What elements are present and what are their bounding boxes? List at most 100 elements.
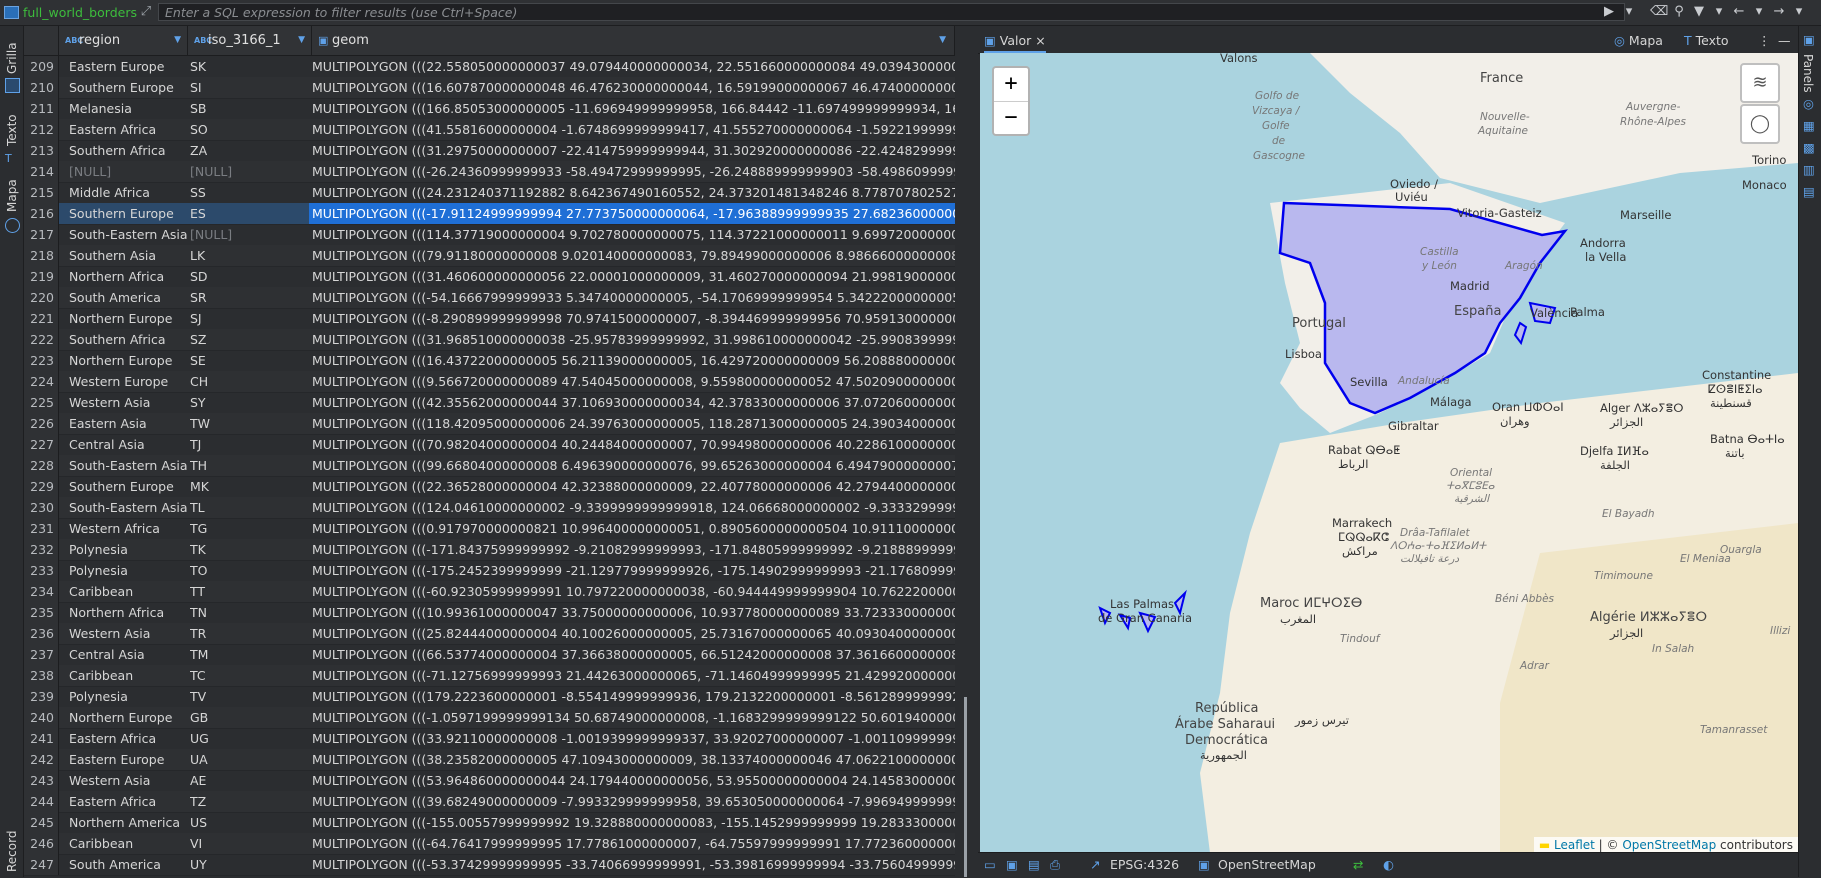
table-row[interactable]: 242 Eastern Europe UA MULTIPOLYGON (((38.23…: [24, 749, 955, 771]
expand-icon[interactable]: ⤢: [138, 3, 154, 21]
cell-geom[interactable]: MULTIPOLYGON (((70.98204000000004 40.244…: [312, 434, 955, 455]
cell-geom[interactable]: MULTIPOLYGON (((-53.37429999999995 -33.7…: [312, 854, 955, 875]
row-number[interactable]: 239: [24, 686, 59, 707]
column-header-iso[interactable]: ABC iso_3166_1 ▼: [188, 26, 312, 55]
run-filter-icon[interactable]: ▶: [1600, 3, 1618, 21]
column-header-geom[interactable]: ▣ geom ▼: [312, 26, 955, 55]
table-row[interactable]: 246 Caribbean VI MULTIPOLYGON (((-64.764179…: [24, 833, 955, 855]
tiles-label[interactable]: OpenStreetMap: [1218, 857, 1316, 872]
panel-icon[interactable]: ▣: [1803, 32, 1815, 47]
cell-region[interactable]: Southern Europe: [69, 476, 199, 497]
zoom-out-button[interactable]: −: [994, 101, 1028, 135]
table-row[interactable]: 230 South-Eastern Asia TL MULTIPOLYGON (((1…: [24, 497, 955, 519]
row-number[interactable]: 228: [24, 455, 59, 476]
table-row[interactable]: 225 Western Asia SY MULTIPOLYGON (((42.3556…: [24, 392, 955, 414]
table-row[interactable]: 226 Eastern Asia TW MULTIPOLYGON (((118.420…: [24, 413, 955, 435]
row-number[interactable]: 222: [24, 329, 59, 350]
cell-geom[interactable]: MULTIPOLYGON (((114.37719000000004 9.702…: [312, 224, 955, 245]
sync-icon[interactable]: ⇄: [1353, 857, 1363, 872]
grid-icon[interactable]: ▩: [1803, 140, 1815, 155]
cell-region[interactable]: South America: [69, 854, 199, 875]
table-row[interactable]: 217 South-Eastern Asia [NULL] MULTIPOLYGON …: [24, 224, 955, 246]
cell-region[interactable]: Northern Africa: [69, 266, 199, 287]
cell-geom[interactable]: MULTIPOLYGON (((31.968510000000038 -25.9…: [312, 329, 955, 350]
row-number[interactable]: 244: [24, 791, 59, 812]
table-row[interactable]: 229 Southern Europe MK MULTIPOLYGON (((22.3…: [24, 476, 955, 498]
panels-label[interactable]: Panels: [1801, 54, 1815, 93]
cell-geom[interactable]: MULTIPOLYGON (((10.99361000000047 33.750…: [312, 602, 955, 623]
back-icon[interactable]: ←: [1730, 3, 1748, 21]
table-row[interactable]: 216 Southern Europe ES MULTIPOLYGON (((-17.…: [24, 203, 955, 225]
table-row[interactable]: 236 Western Asia TR MULTIPOLYGON (((25.8244…: [24, 623, 955, 645]
cell-region[interactable]: [NULL]: [69, 161, 199, 182]
cell-region[interactable]: Polynesia: [69, 560, 199, 581]
cell-iso[interactable]: SD: [190, 266, 310, 287]
grid-scrollbar[interactable]: [964, 697, 967, 877]
cell-iso[interactable]: TG: [190, 518, 310, 539]
cell-iso[interactable]: SR: [190, 287, 310, 308]
cell-geom[interactable]: MULTIPOLYGON (((66.53774000000004 37.366…: [312, 644, 955, 665]
cell-region[interactable]: Northern Europe: [69, 350, 199, 371]
table-row[interactable]: 218 Southern Asia LK MULTIPOLYGON (((79.911…: [24, 245, 955, 267]
row-number[interactable]: 218: [24, 245, 59, 266]
cell-geom[interactable]: MULTIPOLYGON (((-26.24360999999933 -58.4…: [312, 161, 955, 182]
row-number[interactable]: 215: [24, 182, 59, 203]
cell-geom[interactable]: MULTIPOLYGON (((53.964860000000044 24.17…: [312, 770, 955, 791]
cell-geom[interactable]: MULTIPOLYGON (((-54.16667999999933 5.347…: [312, 287, 955, 308]
cell-geom[interactable]: MULTIPOLYGON (((41.55816000000004 -1.674…: [312, 119, 955, 140]
cell-region[interactable]: Northern Africa: [69, 602, 199, 623]
tab-valor[interactable]: ▣ Valor ×: [984, 31, 1046, 53]
table-row[interactable]: 237 Central Asia TM MULTIPOLYGON (((66.5377…: [24, 644, 955, 666]
cell-iso[interactable]: LK: [190, 245, 310, 266]
history-dropdown-icon[interactable]: ▾: [1620, 3, 1638, 21]
cell-region[interactable]: Northern Europe: [69, 707, 199, 728]
cell-iso[interactable]: SJ: [190, 308, 310, 329]
table-row[interactable]: 212 Eastern Africa SO MULTIPOLYGON (((41.55…: [24, 119, 955, 141]
row-number[interactable]: 231: [24, 518, 59, 539]
cell-iso[interactable]: SB: [190, 98, 310, 119]
sql-filter-input[interactable]: Enter a SQL expression to filter results…: [158, 3, 1625, 21]
text-view-button[interactable]: T Texto: [1684, 31, 1729, 51]
row-number[interactable]: 230: [24, 497, 59, 518]
row-number[interactable]: 236: [24, 623, 59, 644]
forward-dropdown-icon[interactable]: ▾: [1790, 3, 1808, 21]
cell-geom[interactable]: MULTIPOLYGON (((-17.91124999999994 27.77…: [309, 203, 955, 224]
tab-map[interactable]: Mapa: [2, 176, 21, 236]
layers-icon[interactable]: ▤: [1803, 184, 1815, 199]
column-header-region[interactable]: ABC region ▼: [59, 26, 188, 55]
cell-iso[interactable]: US: [190, 812, 310, 833]
cell-iso[interactable]: TR: [190, 623, 310, 644]
cell-region[interactable]: Southern Europe: [69, 77, 199, 98]
table-row[interactable]: 243 Western Asia AE MULTIPOLYGON (((53.9648…: [24, 770, 955, 792]
cell-geom[interactable]: MULTIPOLYGON (((-155.00557999999992 19.3…: [312, 812, 955, 833]
row-number[interactable]: 237: [24, 644, 59, 665]
cell-geom[interactable]: MULTIPOLYGON (((9.566720000000089 47.540…: [312, 371, 955, 392]
table-row[interactable]: 215 Middle Africa SS MULTIPOLYGON (((24.231…: [24, 182, 955, 204]
row-number[interactable]: 217: [24, 224, 59, 245]
table-row[interactable]: 223 Northern Europe SE MULTIPOLYGON (((16.4…: [24, 350, 955, 372]
cell-iso[interactable]: AE: [190, 770, 310, 791]
table-row[interactable]: 239 Polynesia TV MULTIPOLYGON (((179.222360…: [24, 686, 955, 708]
row-number[interactable]: 214: [24, 161, 59, 182]
row-number[interactable]: 247: [24, 854, 59, 875]
tab-record[interactable]: Record: [2, 806, 21, 876]
cell-geom[interactable]: MULTIPOLYGON (((38.23582000000005 47.109…: [312, 749, 955, 770]
cell-iso[interactable]: TT: [190, 581, 310, 602]
sort-arrow-icon[interactable]: ▼: [174, 26, 181, 55]
table-row[interactable]: 238 Caribbean TC MULTIPOLYGON (((-71.127569…: [24, 665, 955, 687]
cell-iso[interactable]: [NULL]: [190, 161, 310, 182]
table-row[interactable]: 209 Eastern Europe SK MULTIPOLYGON (((22.55…: [24, 56, 955, 78]
cell-geom[interactable]: MULTIPOLYGON (((42.35562000000044 37.106…: [312, 392, 955, 413]
image-icon[interactable]: ▣: [1006, 857, 1018, 872]
cell-iso[interactable]: ZA: [190, 140, 310, 161]
cell-iso[interactable]: SO: [190, 119, 310, 140]
cell-geom[interactable]: MULTIPOLYGON (((16.607870000000048 46.47…: [312, 77, 955, 98]
row-number[interactable]: 213: [24, 140, 59, 161]
cell-iso[interactable]: SE: [190, 350, 310, 371]
cell-region[interactable]: Eastern Europe: [69, 749, 199, 770]
row-number[interactable]: 212: [24, 119, 59, 140]
table-row[interactable]: 234 Caribbean TT MULTIPOLYGON (((-60.923059…: [24, 581, 955, 603]
cell-region[interactable]: Western Asia: [69, 770, 199, 791]
cell-iso[interactable]: MK: [190, 476, 310, 497]
cell-iso[interactable]: TJ: [190, 434, 310, 455]
